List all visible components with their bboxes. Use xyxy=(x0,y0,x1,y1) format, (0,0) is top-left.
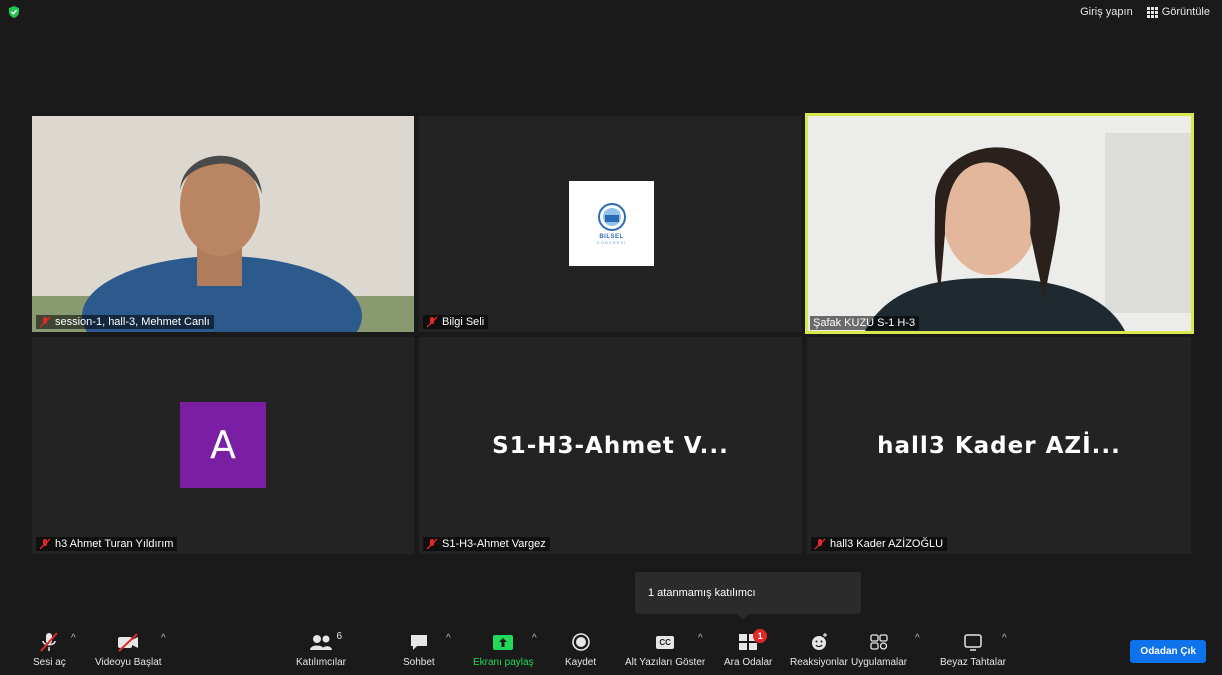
name-label: h3 Ahmet Turan Yıldırım xyxy=(36,537,178,551)
share-screen-icon xyxy=(493,635,514,650)
chat-label: Sohbet xyxy=(403,657,435,668)
reactions-icon xyxy=(811,633,827,650)
participants-count: 6 xyxy=(336,631,342,642)
apps-button[interactable]: Uygulamalar xyxy=(851,631,907,668)
participant-name: S1-H3-Ahmet Vargez xyxy=(442,538,546,550)
breakout-rooms-button[interactable]: 1 Ara Odalar xyxy=(724,629,773,668)
video-tile-mehmet[interactable]: session-1, hall-3, Mehmet Canlı xyxy=(32,116,414,332)
record-button[interactable]: Kaydet xyxy=(565,631,596,668)
breakout-badge: 1 xyxy=(753,629,768,643)
participants-button[interactable]: 6 Katılımcılar xyxy=(296,631,346,668)
chat-icon xyxy=(410,635,427,650)
participant-name: hall3 Kader AZİZOĞLU xyxy=(830,538,944,550)
conference-logo: BILSEL KONGRESİ xyxy=(569,181,654,266)
whiteboard-button[interactable]: Beyaz Tahtalar xyxy=(940,631,1006,668)
whiteboard-label: Beyaz Tahtalar xyxy=(940,657,1006,668)
share-screen-button[interactable]: Ekranı paylaş xyxy=(473,631,534,668)
participants-icon xyxy=(310,635,332,650)
signin-link[interactable]: Giriş yapın xyxy=(1080,6,1133,18)
mic-muted-icon xyxy=(426,538,438,550)
captions-button[interactable]: CC Alt Yazıları Göster xyxy=(625,631,705,668)
start-video-label: Videoyu Başlat xyxy=(95,657,162,668)
reactions-label: Reaksiyonlar xyxy=(790,657,848,668)
avatar: A xyxy=(180,402,266,488)
whiteboard-options-caret[interactable]: ^ xyxy=(1002,633,1007,644)
avatar-letter: A xyxy=(210,423,236,467)
name-label: Bilgi Seli xyxy=(423,315,489,329)
chat-options-caret[interactable]: ^ xyxy=(446,633,451,644)
participant-name: h3 Ahmet Turan Yıldırım xyxy=(55,538,174,550)
participant-name: Bilgi Seli xyxy=(442,316,485,328)
participant-video xyxy=(32,116,414,332)
start-video-button[interactable]: Videoyu Başlat xyxy=(95,631,162,668)
shield-icon xyxy=(9,6,19,18)
participant-display-name: hall3 Kader AZİ... xyxy=(877,432,1121,459)
tooltip-text: 1 atanmamış katılımcı xyxy=(648,587,756,599)
breakout-tooltip: 1 atanmamış katılımcı xyxy=(635,572,861,614)
mic-muted-icon xyxy=(39,538,51,550)
participant-display-name: S1-H3-Ahmet V... xyxy=(492,432,729,459)
whiteboard-icon xyxy=(964,634,982,651)
apps-options-caret[interactable]: ^ xyxy=(915,633,920,644)
apps-label: Uygulamalar xyxy=(851,657,908,668)
breakout-rooms-label: Ara Odalar xyxy=(724,657,773,668)
tooltip-arrow xyxy=(737,614,749,620)
record-label: Kaydet xyxy=(565,657,597,668)
top-right-controls: Giriş yapın Görüntüle xyxy=(1080,6,1210,18)
apps-icon xyxy=(870,634,888,650)
name-label: S1-H3-Ahmet Vargez xyxy=(423,537,550,551)
captions-options-caret[interactable]: ^ xyxy=(698,633,703,644)
share-screen-label: Ekranı paylaş xyxy=(473,657,534,668)
leave-room-button[interactable]: Odadan Çık xyxy=(1130,640,1206,663)
video-tile-bilgi-seli[interactable]: BILSEL KONGRESİ Bilgi Seli xyxy=(419,116,802,332)
view-button[interactable]: Görüntüle xyxy=(1146,6,1210,18)
video-tile-ahmet-turan[interactable]: A h3 Ahmet Turan Yıldırım xyxy=(32,337,414,554)
cc-icon: CC xyxy=(656,635,674,649)
signin-label: Giriş yapın xyxy=(1080,6,1133,18)
name-label: Şafak KUZU S-1 H-3 xyxy=(810,316,920,330)
participant-name: Şafak KUZU S-1 H-3 xyxy=(813,317,916,329)
chat-button[interactable]: Sohbet xyxy=(403,631,435,668)
unmute-button[interactable]: Sesi aç xyxy=(33,631,66,668)
video-tile-ahmet-vargez[interactable]: S1-H3-Ahmet V... S1-H3-Ahmet Vargez xyxy=(419,337,802,554)
video-tile-safak[interactable]: Şafak KUZU S-1 H-3 xyxy=(805,113,1194,334)
audio-options-caret[interactable]: ^ xyxy=(71,633,76,644)
video-options-caret[interactable]: ^ xyxy=(161,633,166,644)
cc-text: CC xyxy=(659,637,671,647)
reactions-button[interactable]: Reaksiyonlar xyxy=(790,631,848,668)
participant-name: session-1, hall-3, Mehmet Canlı xyxy=(55,316,210,328)
mic-muted-icon xyxy=(814,538,826,550)
mic-muted-icon xyxy=(39,316,51,328)
unmute-label: Sesi aç xyxy=(33,657,66,668)
view-label: Görüntüle xyxy=(1161,6,1210,18)
meeting-toolbar: Sesi aç ^ Videoyu Başlat ^ 6 Katılımcıla… xyxy=(0,627,1222,675)
name-label: hall3 Kader AZİZOĞLU xyxy=(811,537,948,551)
video-tile-kader[interactable]: hall3 Kader AZİ... hall3 Kader AZİZOĞLU xyxy=(807,337,1191,554)
logo-emblem-icon xyxy=(597,203,626,231)
participants-label: Katılımcılar xyxy=(296,657,347,668)
leave-room-label: Odadan Çık xyxy=(1140,646,1196,657)
mic-muted-icon xyxy=(40,632,59,652)
video-off-icon xyxy=(118,633,139,652)
record-icon xyxy=(571,633,590,651)
captions-label: Alt Yazıları Göster xyxy=(625,657,706,668)
grid-icon xyxy=(1146,6,1158,18)
logo-subtitle: KONGRESİ xyxy=(596,240,627,245)
name-label: session-1, hall-3, Mehmet Canlı xyxy=(36,315,214,329)
share-options-caret[interactable]: ^ xyxy=(532,633,537,644)
participant-video xyxy=(808,116,1191,331)
mic-muted-icon xyxy=(426,316,438,328)
